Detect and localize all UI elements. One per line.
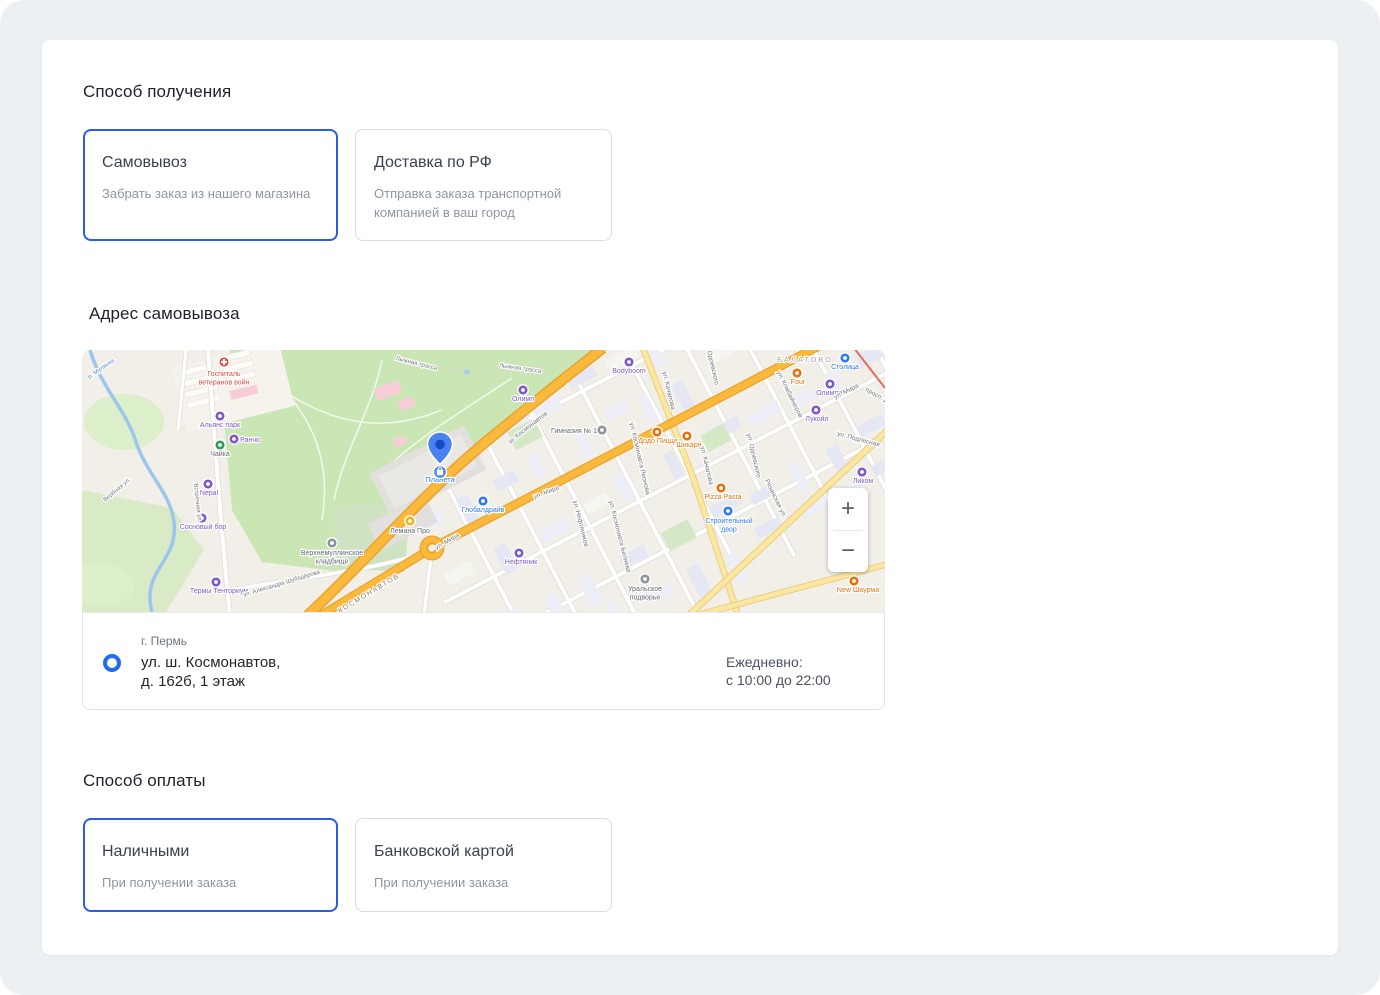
map-zoom-control: + − bbox=[828, 488, 868, 572]
olimpia-icon bbox=[825, 379, 835, 389]
chayka-icon bbox=[215, 440, 225, 450]
map-label: New Шаурма bbox=[837, 587, 879, 594]
pickup-schedule: Ежедневно: с 10:00 до 22:00 bbox=[726, 653, 831, 689]
option-subtitle: При получении заказа bbox=[102, 873, 319, 892]
payment-options-row: Наличными При получении заказа Банковско… bbox=[83, 818, 612, 912]
nepal-icon bbox=[203, 479, 213, 489]
map-label: Додо Пицца bbox=[638, 438, 677, 445]
map-green-patch bbox=[84, 394, 164, 450]
hospital-icon bbox=[219, 357, 229, 367]
checkout-screen: Способ получения Самовывоз Забрать заказ… bbox=[0, 0, 1380, 995]
dodo-pizza-icon bbox=[652, 427, 662, 437]
map-label: Лемана Про bbox=[390, 528, 430, 535]
lemana-pro-icon bbox=[405, 516, 415, 526]
new-shaurma-icon bbox=[849, 576, 859, 586]
delivery-option-pickup[interactable]: Самовывоз Забрать заказ из нашего магази… bbox=[83, 129, 338, 241]
neftyanik-icon bbox=[514, 548, 524, 558]
four-icon bbox=[792, 368, 802, 378]
lukoil-icon bbox=[811, 405, 821, 415]
pickup-address-line1: ул. ш. Космонавтов, bbox=[141, 653, 280, 672]
termy-tentorium-icon bbox=[211, 577, 221, 587]
shikari-icon bbox=[682, 431, 692, 441]
globaldrive-icon bbox=[478, 496, 488, 506]
map-label: Гимназия № 1 bbox=[551, 428, 597, 435]
map-label: БАЛАТОВО bbox=[777, 355, 833, 364]
olimp-icon bbox=[518, 385, 528, 395]
delivery-option-shipping[interactable]: Доставка по РФ Отправка заказа транспорт… bbox=[355, 129, 612, 241]
payment-method-heading: Способ оплаты bbox=[83, 771, 206, 791]
pickup-schedule-label: Ежедневно: bbox=[726, 653, 831, 671]
option-title: Доставка по РФ bbox=[374, 154, 593, 172]
option-subtitle: Забрать заказ из нашего магазина bbox=[102, 184, 319, 203]
uralskoe-podvorye-icon bbox=[640, 574, 650, 584]
map-label: Олимп bbox=[512, 396, 534, 403]
payment-option-cash[interactable]: Наличными При получении заказа bbox=[83, 818, 338, 912]
checkout-card: Способ получения Самовывоз Забрать заказ… bbox=[42, 40, 1338, 955]
pickup-address-heading: Адрес самовывоза bbox=[89, 304, 240, 324]
likom-icon bbox=[857, 467, 867, 477]
map-label: Ранчо bbox=[240, 437, 260, 444]
option-subtitle: При получении заказа bbox=[374, 873, 593, 892]
map-label: Столица bbox=[831, 364, 859, 371]
option-subtitle: Отправка заказа транспортной компанией в… bbox=[374, 184, 593, 222]
stolitsa-icon bbox=[840, 353, 850, 363]
option-title: Самовывоз bbox=[102, 154, 319, 172]
map-label: Лукойл bbox=[805, 415, 828, 423]
gimnaziya-icon bbox=[597, 425, 607, 435]
map-label: Сосновый бор bbox=[180, 523, 227, 531]
map-label: Уральскоеподворье bbox=[628, 586, 662, 602]
alyans-park-icon bbox=[215, 411, 225, 421]
map-label: Альянс парк bbox=[200, 422, 241, 429]
map-label: Термы Тенториум bbox=[190, 588, 248, 595]
map-label: Глобалдрайв bbox=[462, 506, 505, 514]
pickup-address-card[interactable]: г. Пермь ул. ш. Космонавтов, д. 162б, 1 … bbox=[82, 612, 885, 710]
map-label: Four bbox=[791, 379, 806, 386]
pickup-street-address: ул. ш. Космонавтов, д. 162б, 1 этаж bbox=[141, 653, 280, 691]
map-canvas: р. МулянкаГоспитальветеранов войнАльянс … bbox=[82, 350, 885, 612]
map-zoom-in-button[interactable]: + bbox=[828, 488, 868, 530]
payment-option-card[interactable]: Банковской картой При получении заказа bbox=[355, 818, 612, 912]
option-title: Банковской картой bbox=[374, 843, 593, 861]
pickup-map-block: р. МулянкаГоспитальветеранов войнАльянс … bbox=[82, 350, 885, 710]
pickup-address-radio[interactable] bbox=[103, 654, 121, 672]
map-zoom-out-button[interactable]: − bbox=[828, 531, 868, 573]
pickup-schedule-hours: с 10:00 до 22:00 bbox=[726, 671, 831, 689]
pickup-city: г. Пермь bbox=[141, 634, 187, 648]
pickup-map[interactable]: р. МулянкаГоспитальветеранов войнАльянс … bbox=[82, 350, 885, 612]
rancho-icon bbox=[229, 434, 239, 444]
option-title: Наличными bbox=[102, 843, 319, 861]
pizza-pasta-icon bbox=[716, 483, 726, 493]
map-label: Bodyboom bbox=[612, 368, 646, 375]
bodyboom-icon bbox=[624, 357, 634, 367]
map-label: Шикари bbox=[676, 442, 701, 449]
map-label: Nepal bbox=[200, 490, 219, 497]
map-label: Ликом bbox=[853, 478, 874, 485]
map-label: Нефтяник bbox=[505, 559, 538, 566]
delivery-options-row: Самовывоз Забрать заказ из нашего магази… bbox=[83, 129, 612, 241]
cemetery-icon bbox=[327, 538, 337, 548]
map-label: Pizza Pasta bbox=[705, 494, 742, 501]
map-label: Чайка bbox=[210, 450, 230, 458]
delivery-method-heading: Способ получения bbox=[83, 82, 231, 102]
pickup-address-line2: д. 162б, 1 этаж bbox=[141, 672, 280, 691]
stroitelny-dvor-icon bbox=[723, 506, 733, 516]
